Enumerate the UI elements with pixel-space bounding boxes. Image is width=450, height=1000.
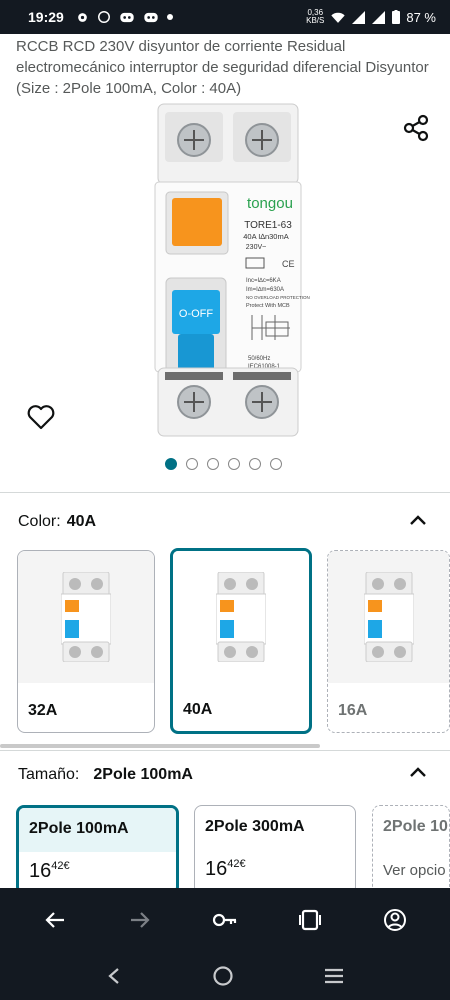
color-option-label: 32A xyxy=(28,702,58,719)
battery-icon xyxy=(392,10,401,24)
carousel-dot[interactable] xyxy=(228,458,240,470)
forward-arrow-icon xyxy=(130,912,150,928)
size-option-label: 2Pole 10 xyxy=(383,818,448,835)
price-currency: € xyxy=(63,860,70,872)
size-label: Tamaño: xyxy=(18,766,80,783)
status-bar: 19:29 0,36 KB/S 87 % xyxy=(0,0,450,34)
device-spec-3: NO OVERLOAD PROTECTION xyxy=(246,295,310,300)
size-selector-header[interactable]: Tamaño: 2Pole 100mA xyxy=(18,766,193,784)
color-option-label: 40A xyxy=(183,701,213,718)
device-spec-4: Protect With MCB xyxy=(246,303,290,309)
carousel-dot[interactable] xyxy=(186,458,198,470)
divider xyxy=(0,492,450,493)
signal-icon xyxy=(352,10,366,24)
account-icon xyxy=(384,909,407,931)
color-label: Color: xyxy=(18,513,61,530)
discord-icon-2 xyxy=(144,12,158,22)
back-button[interactable] xyxy=(35,900,75,940)
device-spec-1: Inc=I∆c=6KA xyxy=(246,277,281,284)
option-thumbnail xyxy=(328,551,449,683)
rccb-device-illustration: O-OFF tongou TORE1-63 40A I∆n30mA 230V~ … xyxy=(154,103,310,437)
divider xyxy=(0,750,450,751)
price-currency: € xyxy=(239,858,246,870)
chevron-up-icon[interactable] xyxy=(404,762,432,782)
product-image[interactable]: O-OFF tongou TORE1-63 40A I∆n30mA 230V~ … xyxy=(0,100,450,450)
discord-icon xyxy=(120,12,134,22)
device-rating: 40A I∆n30mA xyxy=(243,232,288,241)
net-speed-unit: KB/S xyxy=(306,16,325,25)
password-button[interactable] xyxy=(205,900,245,940)
signal-icon-2 xyxy=(372,10,386,24)
status-right: 0,36 KB/S 87 % xyxy=(306,9,436,25)
size-option-price: 1642€ xyxy=(195,850,355,889)
back-arrow-icon xyxy=(45,912,64,928)
heart-icon[interactable] xyxy=(26,402,56,432)
price-fraction: 42 xyxy=(51,860,64,872)
carousel-dot[interactable] xyxy=(270,458,282,470)
size-option-2pole-300ma[interactable]: 2Pole 300mA 1642€ xyxy=(194,805,356,895)
thumb-device xyxy=(61,572,111,662)
device-voltage: 230V~ xyxy=(246,244,266,251)
color-selector-header[interactable]: Color: 40A xyxy=(18,513,96,531)
ce-mark: CE xyxy=(282,259,295,269)
carousel-dot[interactable] xyxy=(165,458,177,470)
product-title[interactable]: RCCB RCD 230V disyuntor de corriente Res… xyxy=(16,36,436,99)
see-options-link[interactable]: Ver opcio xyxy=(373,850,449,891)
size-option-price: 1642€ xyxy=(19,852,176,891)
forward-button[interactable] xyxy=(120,900,160,940)
option-thumbnail xyxy=(173,551,309,683)
color-option-label: 16A xyxy=(338,702,368,719)
tabs-icon xyxy=(299,909,322,931)
price-whole: 16 xyxy=(29,860,52,882)
device-freq: 50/60Hz xyxy=(248,356,270,362)
system-home-icon[interactable] xyxy=(212,965,234,987)
notification-icons xyxy=(76,10,173,24)
device-model: TORE1-63 xyxy=(244,220,292,231)
color-options-scrollbar[interactable] xyxy=(0,744,320,748)
price-fraction: 42 xyxy=(227,858,240,870)
thumb-device xyxy=(216,572,266,662)
status-time: 19:29 xyxy=(28,9,64,25)
size-option-2pole-10[interactable]: 2Pole 10 Ver opcio xyxy=(372,805,450,895)
size-option-2pole-100ma[interactable]: 2Pole 100mA 1642€ xyxy=(16,805,179,895)
color-option-32a[interactable]: 32A xyxy=(17,550,155,733)
device-spec-2: Im=I∆m=630A xyxy=(246,286,284,293)
color-value: 40A xyxy=(66,513,97,530)
net-speed: 0,36 KB/S xyxy=(306,9,324,25)
more-dot-icon xyxy=(166,14,173,20)
system-back-icon[interactable] xyxy=(105,966,123,986)
size-option-label: 2Pole 300mA xyxy=(205,818,305,835)
switch-label: O-OFF xyxy=(179,308,213,320)
share-icon[interactable] xyxy=(400,112,432,144)
wifi-icon xyxy=(331,12,346,23)
color-option-16a[interactable]: 16A xyxy=(327,550,450,733)
option-thumbnail xyxy=(18,551,154,683)
account-button[interactable] xyxy=(375,900,415,940)
carousel-dot[interactable] xyxy=(249,458,261,470)
app-bottom-nav xyxy=(0,888,450,952)
whatsapp-icon xyxy=(97,11,110,23)
device-brand: tongou xyxy=(247,195,293,212)
system-recents-icon[interactable] xyxy=(323,966,345,986)
image-carousel-dots[interactable] xyxy=(165,458,282,470)
carousel-dot[interactable] xyxy=(207,458,219,470)
settings-gear-icon xyxy=(77,12,87,22)
system-nav-bar xyxy=(0,952,450,1000)
price-whole: 16 xyxy=(205,858,228,880)
tabs-button[interactable] xyxy=(290,900,330,940)
size-value: 2Pole 100mA xyxy=(93,766,193,783)
color-option-40a[interactable]: 40A xyxy=(170,548,312,734)
battery-level: 87 % xyxy=(406,9,436,25)
thumb-device xyxy=(363,572,414,662)
size-option-label: 2Pole 100mA xyxy=(19,808,176,852)
chevron-up-icon[interactable] xyxy=(404,510,432,530)
key-icon xyxy=(212,913,237,927)
